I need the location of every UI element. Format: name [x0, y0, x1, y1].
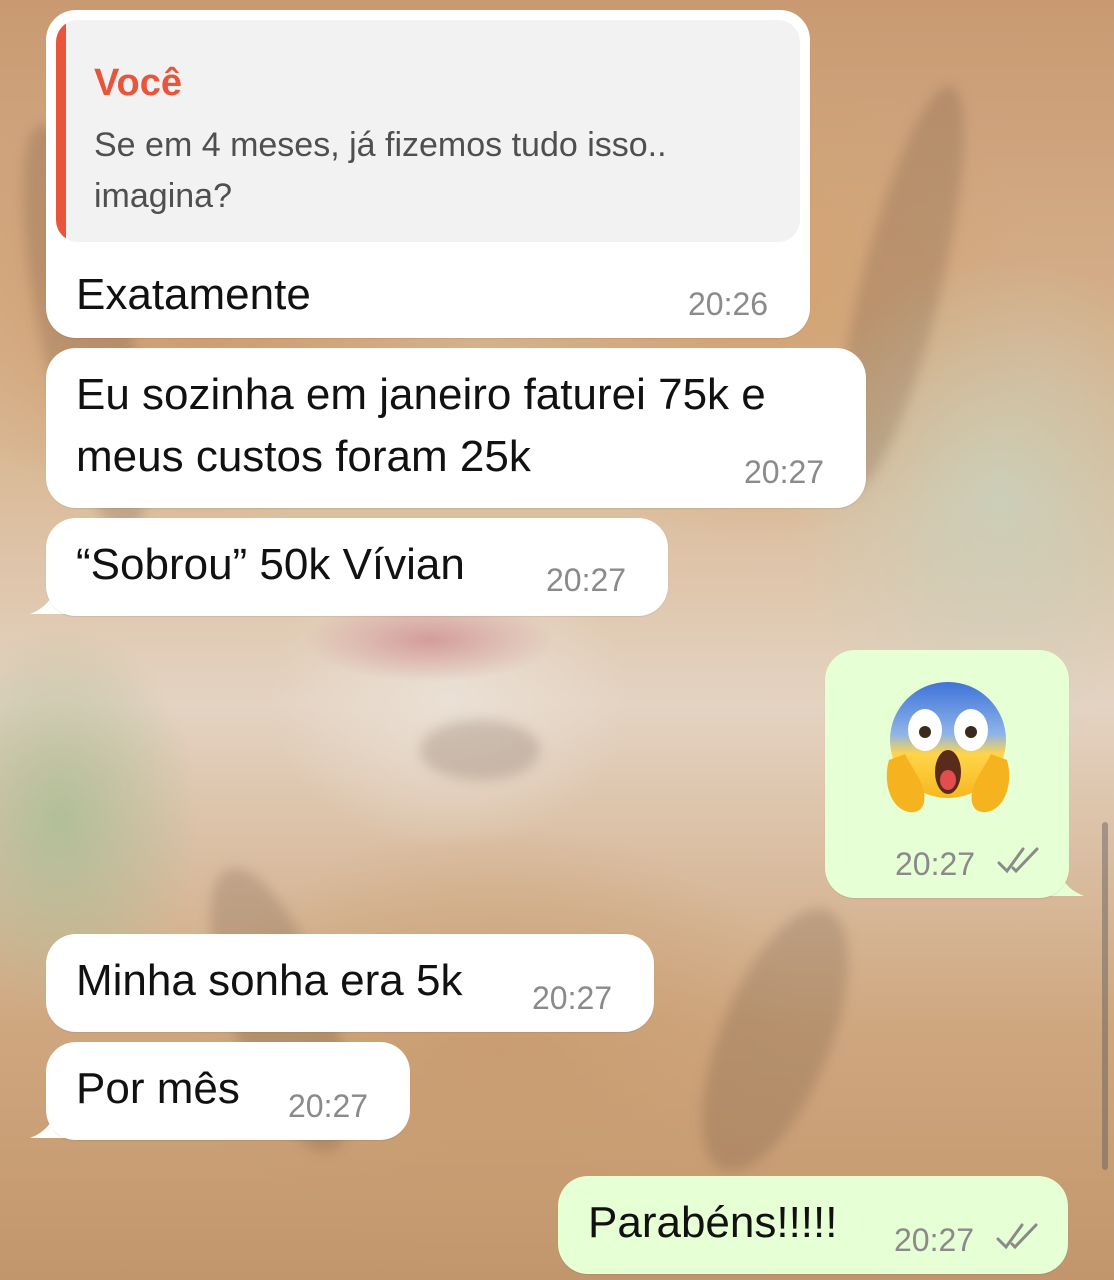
- message-bubble-outgoing[interactable]: Parabéns!!!!! 20:27: [558, 1176, 1068, 1274]
- message-time: 20:27: [546, 562, 627, 598]
- message-text: Exatamente: [76, 270, 311, 319]
- message-time: 20:27: [744, 454, 825, 490]
- read-receipt-icon: [996, 1223, 1038, 1250]
- message-time: 20:27: [288, 1088, 369, 1124]
- message-time: 20:27: [532, 980, 613, 1016]
- message-text: Minha sonha era 5k: [76, 956, 463, 1005]
- quote-accent-bar: [56, 20, 66, 242]
- read-receipt-icon: [997, 847, 1039, 874]
- message-bubble-incoming[interactable]: Minha sonha era 5k 20:27: [46, 934, 654, 1032]
- message-time: 20:27: [894, 1222, 975, 1258]
- face-screaming-in-fear-emoji: [886, 682, 1010, 813]
- quote-text: Se em 4 meses, já fizemos tudo isso.. im…: [94, 126, 667, 215]
- message-time: 20:26: [688, 286, 769, 322]
- wallpaper-stripe: [420, 720, 540, 780]
- quoted-reply[interactable]: Você Se em 4 meses, já fizemos tudo isso…: [56, 20, 800, 242]
- message-text: “Sobrou” 50k Vívian: [76, 540, 465, 589]
- message-bubble-incoming[interactable]: Você Se em 4 meses, já fizemos tudo isso…: [46, 10, 810, 338]
- scrollbar[interactable]: [1102, 822, 1108, 1170]
- message-text: Eu sozinha em janeiro faturei 75k e meus…: [76, 370, 766, 481]
- quote-author: Você: [94, 62, 183, 104]
- message-bubble-incoming[interactable]: Eu sozinha em janeiro faturei 75k e meus…: [46, 348, 866, 508]
- message-bubble-incoming[interactable]: “Sobrou” 50k Vívian 20:27: [46, 518, 668, 616]
- message-text: Por mês: [76, 1064, 240, 1113]
- message-bubble-incoming[interactable]: Por mês 20:27: [46, 1042, 410, 1140]
- wallpaper-stripe: [671, 889, 879, 1191]
- message-bubble-outgoing[interactable]: 20:27: [825, 650, 1069, 898]
- message-time: 20:27: [895, 846, 976, 882]
- message-text: Parabéns!!!!!: [588, 1198, 838, 1247]
